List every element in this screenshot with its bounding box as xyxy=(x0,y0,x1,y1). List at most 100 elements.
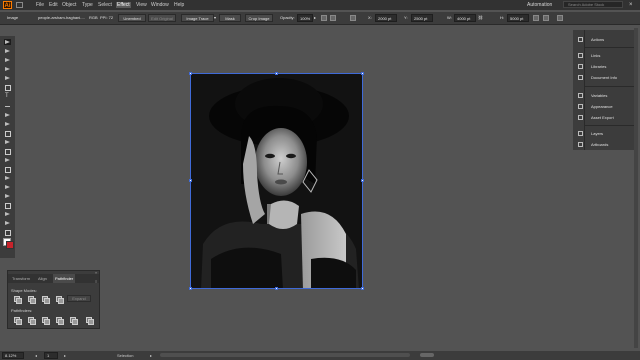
constrain-proportions-icon[interactable]: ⛓ xyxy=(478,14,483,22)
shape-builder-tool-icon[interactable] xyxy=(4,175,11,181)
intersect-icon[interactable] xyxy=(42,296,50,304)
x-field[interactable]: 2000 pt xyxy=(375,14,397,22)
bounding-box-handle-mr[interactable] xyxy=(361,179,364,182)
bounding-box-handle-bc[interactable] xyxy=(275,287,278,290)
free-transform-tool-icon[interactable] xyxy=(4,166,11,173)
document-info-icon[interactable] xyxy=(578,75,583,80)
pen-tool-icon[interactable] xyxy=(4,66,11,72)
panel-appearance[interactable]: Appearance xyxy=(591,103,613,110)
control-panel-menu-icon[interactable] xyxy=(557,15,563,21)
width-tool-icon[interactable] xyxy=(4,157,11,163)
opacity-dropdown-icon[interactable]: ▸ xyxy=(314,14,316,22)
trim-icon[interactable] xyxy=(28,317,36,325)
curvature-tool-icon[interactable] xyxy=(4,75,11,81)
fill-stroke-swatches[interactable] xyxy=(3,238,14,249)
asset-export-icon[interactable] xyxy=(578,115,583,120)
expand-button[interactable]: Expand xyxy=(67,295,91,302)
eyedropper-tool-icon[interactable] xyxy=(4,211,11,217)
stock-search-input[interactable]: Search Adobe Stock xyxy=(563,1,623,8)
bounding-box-handle-tr[interactable] xyxy=(361,72,364,75)
vertical-scrollbar[interactable] xyxy=(634,28,638,348)
direct-selection-tool-icon[interactable] xyxy=(4,48,11,54)
panel-menu-icon[interactable]: ≡ xyxy=(95,279,97,284)
variables-icon[interactable] xyxy=(578,93,583,98)
panel-actions[interactable]: Actions xyxy=(591,36,604,43)
minus-front-icon[interactable] xyxy=(28,296,36,304)
align-icon[interactable] xyxy=(330,15,336,21)
width-field[interactable]: 4000 pt xyxy=(454,14,476,22)
menu-view[interactable]: View xyxy=(135,2,148,8)
image-trace-button[interactable]: Image Trace xyxy=(181,14,214,22)
line-tool-icon[interactable] xyxy=(4,103,11,109)
menu-edit[interactable]: Edit xyxy=(48,2,59,8)
menu-help[interactable]: Help xyxy=(173,2,185,8)
paintbrush-tool-icon[interactable] xyxy=(4,112,11,118)
crop-image-button[interactable]: Crop Image xyxy=(245,14,273,22)
menu-type[interactable]: Type xyxy=(81,2,94,8)
menu-object[interactable]: Object xyxy=(61,2,77,8)
bridge-icon[interactable] xyxy=(16,2,23,8)
panel-links[interactable]: Links xyxy=(591,52,600,59)
appearance-icon[interactable] xyxy=(578,104,583,109)
bounding-box-handle-ml[interactable] xyxy=(189,179,192,182)
rectangle-tool-icon[interactable] xyxy=(4,84,11,91)
height-field[interactable]: 5000 pt xyxy=(507,14,529,22)
bounding-box-handle-bl[interactable] xyxy=(189,287,192,290)
bounding-box-handle-tc[interactable] xyxy=(275,72,278,75)
rotate-tool-icon[interactable] xyxy=(4,139,11,145)
actions-icon[interactable] xyxy=(578,37,583,42)
eraser-tool-icon[interactable] xyxy=(4,130,11,137)
selection-tool-icon[interactable] xyxy=(4,39,11,45)
arrange-documents-icon[interactable] xyxy=(543,15,549,21)
mesh-tool-icon[interactable] xyxy=(4,193,11,199)
scale-tool-icon[interactable] xyxy=(4,148,11,155)
panel-document-info[interactable]: Document Info xyxy=(591,74,617,81)
links-icon[interactable] xyxy=(578,53,583,58)
mask-button[interactable]: Mask xyxy=(219,14,241,22)
artboard-number-field[interactable]: 1 xyxy=(44,352,58,359)
horizontal-scrollbar-track[interactable] xyxy=(160,353,410,357)
menu-effect[interactable]: Effect xyxy=(116,2,131,8)
reference-point-icon[interactable] xyxy=(350,15,356,21)
zoom-tool-icon[interactable] xyxy=(4,229,11,236)
shaper-tool-icon[interactable] xyxy=(4,121,11,127)
close-icon[interactable]: × xyxy=(629,1,633,9)
libraries-icon[interactable] xyxy=(578,64,583,69)
tab-transform[interactable]: Transform xyxy=(10,274,32,283)
y-field[interactable]: 2500 pt xyxy=(411,14,433,22)
panel-artboards[interactable]: Artboards xyxy=(591,141,608,148)
menu-window[interactable]: Window xyxy=(150,2,170,8)
bounding-box-handle-br[interactable] xyxy=(361,287,364,290)
perspective-grid-tool-icon[interactable] xyxy=(4,184,11,190)
panel-libraries[interactable]: Libraries xyxy=(591,63,606,70)
crop-icon[interactable] xyxy=(56,317,64,325)
panel-asset-export[interactable]: Asset Export xyxy=(591,114,614,121)
divide-icon[interactable] xyxy=(14,317,22,325)
previous-artboard-icon[interactable]: ◂ xyxy=(35,352,37,359)
bounding-box-handle-tl[interactable] xyxy=(189,72,192,75)
status-menu-icon[interactable]: ▸ xyxy=(150,352,152,359)
workspace-switcher[interactable]: Automation xyxy=(527,2,552,8)
outline-icon[interactable] xyxy=(70,317,78,325)
stroke-swatch[interactable] xyxy=(6,241,14,249)
blend-tool-icon[interactable] xyxy=(4,220,11,226)
artboards-icon[interactable] xyxy=(578,142,583,147)
exclude-icon[interactable] xyxy=(56,296,64,304)
edit-original-button[interactable]: Edit Original xyxy=(148,14,176,22)
opacity-field[interactable]: 100% xyxy=(297,14,313,22)
unite-icon[interactable] xyxy=(14,296,22,304)
unembed-button[interactable]: Unembed xyxy=(118,14,146,22)
layers-icon[interactable] xyxy=(578,131,583,136)
linked-file-name[interactable]: people-arsham-haghani-... xyxy=(38,14,85,22)
recolor-icon[interactable] xyxy=(321,15,327,21)
transform-icon[interactable] xyxy=(533,15,539,21)
panel-variables[interactable]: Variables xyxy=(591,92,607,99)
panel-layers[interactable]: Layers xyxy=(591,130,603,137)
type-tool-icon[interactable] xyxy=(4,94,11,100)
placed-image[interactable] xyxy=(190,73,363,289)
menu-select[interactable]: Select xyxy=(97,2,113,8)
next-artboard-icon[interactable]: ▸ xyxy=(64,352,66,359)
minus-back-icon[interactable] xyxy=(86,317,94,325)
magic-wand-tool-icon[interactable] xyxy=(4,57,11,63)
zoom-level-field[interactable]: 8.12% xyxy=(2,352,24,359)
